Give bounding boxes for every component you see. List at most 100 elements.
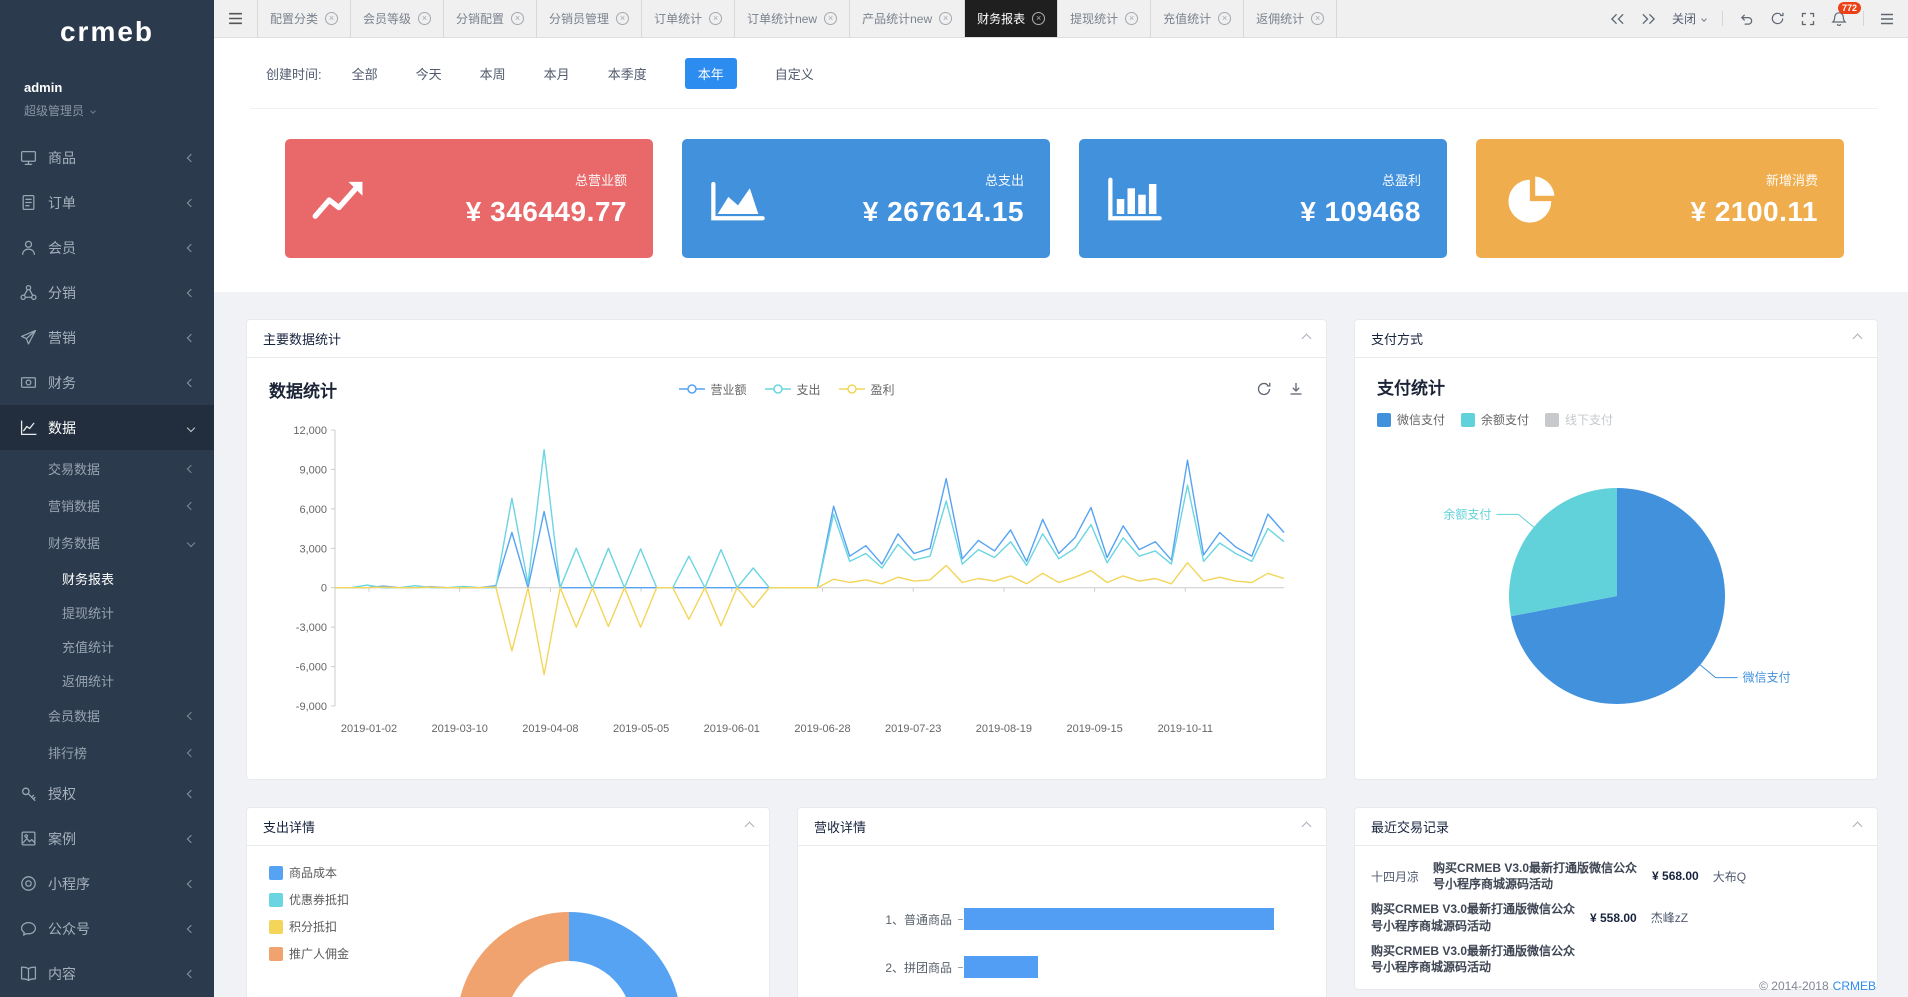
panel-recent-transactions: 最近交易记录 十四月凉购买CRMEB V3.0最新打通版微信公众号小程序商城源码… [1354, 807, 1878, 990]
sidebar-item-finance-report[interactable]: 财务报表 [0, 561, 214, 595]
close-tabs-dropdown[interactable]: 关闭 [1672, 10, 1706, 27]
tab-close-icon[interactable]: × [939, 12, 952, 25]
legend-item-余额支付[interactable]: 余额支付 [1461, 411, 1529, 428]
tab-order-stats-new[interactable]: 订单统计new× [735, 0, 850, 37]
sidebar-item-order[interactable]: 订单 [0, 180, 214, 225]
expense-donut-svg [419, 904, 719, 997]
legend-item-盈利[interactable]: 盈利 [839, 381, 895, 398]
tab-config-category[interactable]: 配置分类× [258, 0, 351, 37]
sidebar-item-miniapp[interactable]: 小程序 [0, 861, 214, 906]
tab-close-icon[interactable]: × [616, 12, 629, 25]
tab-order-stats[interactable]: 订单统计× [642, 0, 735, 37]
chevron-down-icon [1701, 16, 1707, 22]
tab-close-icon[interactable]: × [1032, 12, 1045, 25]
tab-close-icon[interactable]: × [325, 12, 338, 25]
filter-option-custom[interactable]: 自定义 [775, 64, 814, 83]
tab-close-icon[interactable]: × [1125, 12, 1138, 25]
chart-download-button[interactable] [1288, 381, 1304, 397]
sidebar-item-label: 商品 [48, 148, 76, 168]
tab-finance-report[interactable]: 财务报表× [965, 0, 1058, 37]
chart-toolbar: 数据统计 营业额支出盈利 [269, 374, 1304, 404]
svg-text:-6,000: -6,000 [296, 662, 327, 674]
stat-card-total-expense: 总支出¥ 267614.15 [682, 139, 1050, 258]
sidebar-item-trade-data[interactable]: 交易数据 [0, 450, 214, 487]
collapse-panel-button[interactable] [1853, 822, 1863, 832]
tab-close-icon[interactable]: × [511, 12, 524, 25]
tabs-scroll-right-button[interactable] [1641, 13, 1656, 25]
filter-option-month[interactable]: 本月 [544, 64, 570, 83]
tab-label: 分销配置 [456, 10, 504, 27]
refresh-button[interactable] [1770, 11, 1785, 26]
svg-text:2019-06-01: 2019-06-01 [704, 723, 760, 735]
hamburger-icon [228, 12, 243, 25]
tab-product-stats-new[interactable]: 产品统计new× [850, 0, 965, 37]
brand-link[interactable]: CRMEB [1833, 979, 1876, 993]
legend-marker [678, 384, 704, 394]
tab-distributor-management[interactable]: 分销员管理 × [537, 0, 642, 37]
tab-member-level[interactable]: 会员等级× [351, 0, 444, 37]
filter-option-today[interactable]: 今天 [416, 64, 442, 83]
sidebar-item-withdraw-stats[interactable]: 提现统计 [0, 595, 214, 629]
collapse-panel-button[interactable] [1302, 334, 1312, 344]
data-statistics-line-chart: 12,0009,0006,0003,0000-3,000-6,000-9,000… [269, 416, 1304, 746]
tab-withdraw-stats[interactable]: 提现统计× [1058, 0, 1151, 37]
sidebar-item-finance-data[interactable]: 财务数据 [0, 524, 214, 561]
sidebar-item-marketing[interactable]: 营销 [0, 315, 214, 360]
sidebar-item-marketing-data[interactable]: 营销数据 [0, 487, 214, 524]
revenue-bar-row: 1、普通商品 [826, 908, 1304, 930]
transaction-desc: 购买CRMEB V3.0最新打通版微信公众号小程序商城源码活动 [1371, 943, 1576, 975]
filter-option-year[interactable]: 本年 [685, 58, 737, 89]
collapse-panel-button[interactable] [1302, 822, 1312, 832]
data-icon [20, 419, 37, 436]
tab-label: 分销员管理 [549, 10, 609, 27]
tab-close-icon[interactable]: × [418, 12, 431, 25]
sidebar-item-label: 财务数据 [48, 533, 100, 552]
sidebar-item-member-data[interactable]: 会员数据 [0, 697, 214, 734]
chevron-left-icon [187, 333, 195, 341]
bar [964, 908, 1274, 930]
svg-text:2019-08-19: 2019-08-19 [976, 723, 1032, 735]
sidebar-item-data[interactable]: 数据 [0, 405, 214, 450]
sidebar-item-ranking[interactable]: 排行榜 [0, 734, 214, 771]
filter-option-week[interactable]: 本周 [480, 64, 506, 83]
legend-item-支出[interactable]: 支出 [764, 381, 820, 398]
legend-item-微信支付[interactable]: 微信支付 [1377, 411, 1445, 428]
sidebar-item-goods[interactable]: 商品 [0, 135, 214, 180]
fullscreen-button[interactable] [1801, 12, 1815, 26]
filter-option-quarter[interactable]: 本季度 [608, 64, 647, 83]
user-role-label: 超级管理员 [24, 102, 84, 119]
tabs-scroll-left-button[interactable] [1610, 13, 1625, 25]
legend-item-线下支付[interactable]: 线下支付 [1545, 411, 1613, 428]
sidebar-item-recharge-stats[interactable]: 充值统计 [0, 629, 214, 663]
filter-option-all[interactable]: 全部 [352, 64, 378, 83]
user-role-dropdown[interactable]: 超级管理员 [24, 102, 190, 119]
sidebar-item-auth[interactable]: 授权 [0, 771, 214, 816]
back-button[interactable] [1739, 12, 1754, 26]
tab-close-icon[interactable]: × [824, 12, 837, 25]
collapse-panel-button[interactable] [745, 822, 755, 832]
trend-line-icon [311, 173, 377, 225]
legend-item-营业额[interactable]: 营业额 [678, 381, 746, 398]
sidebar-item-finance[interactable]: 财务 [0, 360, 214, 405]
notifications-button[interactable]: 772 [1831, 11, 1847, 27]
tab-distribution-config[interactable]: 分销配置 × [444, 0, 537, 37]
sidebar-item-rebate-stats[interactable]: 返佣统计 [0, 663, 214, 697]
legend-marker [764, 384, 790, 394]
tab-close-icon[interactable]: × [709, 12, 722, 25]
tab-rebate-stats[interactable]: 返佣统计× [1244, 0, 1337, 37]
tab-close-icon[interactable]: × [1311, 12, 1324, 25]
tab-recharge-stats[interactable]: 充值统计× [1151, 0, 1244, 37]
right-menu-button[interactable] [1880, 13, 1894, 25]
sidebar-item-content[interactable]: 内容 [0, 951, 214, 996]
sidebar-item-official-account[interactable]: 公众号 [0, 906, 214, 951]
collapse-sidebar-button[interactable] [214, 0, 258, 37]
legend-item-商品成本[interactable]: 商品成本 [269, 864, 747, 881]
sidebar-item-member[interactable]: 会员 [0, 225, 214, 270]
tab-close-icon[interactable]: × [1218, 12, 1231, 25]
sidebar-item-distribution[interactable]: 分销 [0, 270, 214, 315]
transaction-desc: 购买CRMEB V3.0最新打通版微信公众号小程序商城源码活动 [1371, 901, 1576, 933]
sidebar-item-case[interactable]: 案例 [0, 816, 214, 861]
collapse-panel-button[interactable] [1853, 334, 1863, 344]
divider [1863, 11, 1864, 26]
chart-refresh-button[interactable] [1256, 381, 1272, 397]
